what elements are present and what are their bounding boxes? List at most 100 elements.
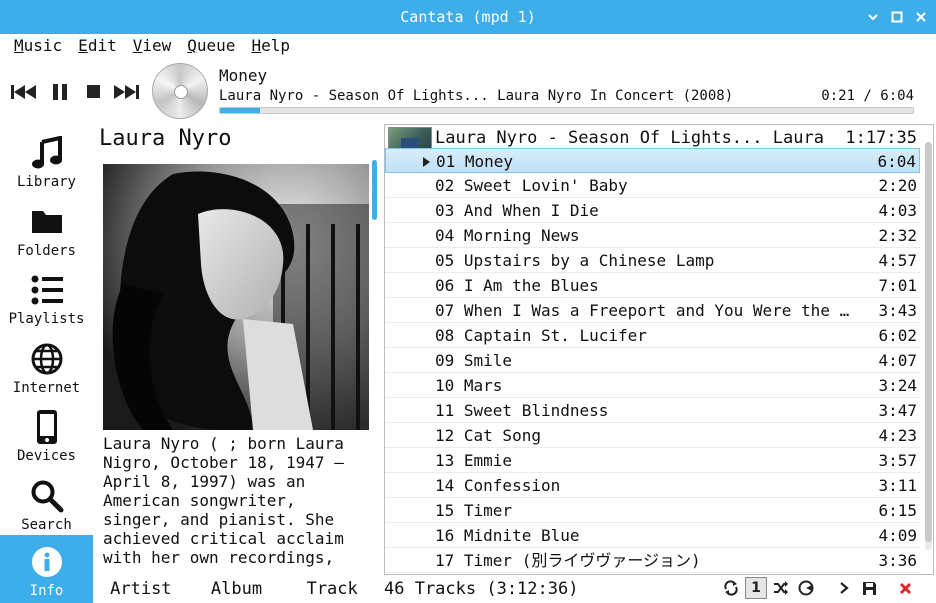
sidebar-item-label: Folders	[16, 243, 76, 259]
queue-track-duration: 4:09	[878, 526, 917, 545]
queue-track-name: 13 Emmie	[435, 451, 513, 470]
queue-track-row[interactable]: 04 Morning News 2:32	[385, 223, 920, 248]
queue-track-duration: 2:32	[878, 226, 917, 245]
now-playing-subtitle: Laura Nyro - Season Of Lights... Laura N…	[219, 88, 734, 104]
minimize-icon[interactable]	[866, 10, 880, 24]
clear-queue-button[interactable]	[894, 577, 916, 599]
queue-track-name: 16 Midnite Blue	[435, 526, 580, 545]
menu-bar: Music Edit View Queue Help	[0, 34, 298, 58]
queue-scrollbar-thumb[interactable]	[925, 142, 932, 542]
consume-icon	[798, 580, 814, 596]
window-title: Cantata (mpd 1)	[400, 8, 536, 26]
maximize-icon[interactable]	[890, 10, 904, 24]
tab-album[interactable]: Album	[189, 576, 285, 603]
expand-button[interactable]	[833, 577, 855, 599]
sidebar-item-devices[interactable]: Devices	[0, 400, 93, 468]
queue-track-duration: 4:23	[878, 426, 917, 445]
queue-track-row[interactable]: 14 Confession 3:11	[385, 473, 920, 498]
repeat-icon	[724, 580, 738, 596]
queue-track-duration: 4:57	[878, 251, 917, 270]
queue-track-name: 02 Sweet Lovin' Baby	[435, 176, 628, 195]
sidebar-item-search[interactable]: Search	[0, 469, 93, 537]
queue-track-duration: 2:20	[878, 176, 917, 195]
now-playing-title: Money	[219, 66, 268, 85]
single-button[interactable]: 1	[745, 577, 767, 599]
queue-track-name: 03 And When I Die	[435, 201, 599, 220]
queue-track-row[interactable]: 02 Sweet Lovin' Baby 2:20	[385, 173, 920, 198]
sidebar-item-label: Info	[29, 583, 64, 599]
next-track-button[interactable]	[111, 82, 141, 102]
queue-track-row[interactable]: 17 Timer (別ライヴヴァージョン) 3:36	[385, 548, 920, 573]
next-icon	[114, 85, 139, 99]
queue-track-row[interactable]: 13 Emmie 3:57	[385, 448, 920, 473]
menu-edit[interactable]: Edit	[70, 34, 125, 58]
pause-icon	[53, 84, 67, 100]
position-slider[interactable]	[219, 107, 914, 114]
queue-track-row[interactable]: 05 Upstairs by a Chinese Lamp 4:57	[385, 248, 920, 273]
info-scrollbar[interactable]	[372, 160, 377, 220]
artist-photo	[103, 164, 369, 430]
queue-track-duration: 3:11	[878, 476, 917, 495]
now-playing-time: 0:21 / 6:04	[821, 88, 914, 104]
queue-track-duration: 3:24	[878, 376, 917, 395]
tab-track[interactable]: Track	[284, 576, 380, 603]
toolbar-spacer	[883, 577, 891, 599]
queue-track-name: 05 Upstairs by a Chinese Lamp	[435, 251, 715, 270]
queue-track-name: 06 I Am the Blues	[435, 276, 599, 295]
shuffle-icon	[774, 581, 788, 595]
menu-view[interactable]: View	[125, 34, 180, 58]
sidebar-item-library[interactable]: Library	[0, 126, 93, 194]
queue-track-row[interactable]: 06 I Am the Blues 7:01	[385, 273, 920, 298]
queue-track-name: 11 Sweet Blindness	[435, 401, 609, 420]
queue-track-row[interactable]: 11 Sweet Blindness 3:47	[385, 398, 920, 423]
queue-track-row[interactable]: 07 When I Was a Freeport and You Were th…	[385, 298, 920, 323]
queue-track-row[interactable]: 08 Captain St. Lucifer 6:02	[385, 323, 920, 348]
queue-track-name: 09 Smile	[435, 351, 513, 370]
queue-track-duration: 3:36	[878, 551, 917, 570]
queue-track-name: 04 Morning News	[435, 226, 580, 245]
sidebar-item-playlists[interactable]: Playlists	[0, 263, 93, 331]
queue-track-row[interactable]: 16 Midnite Blue 4:09	[385, 523, 920, 548]
menu-music[interactable]: Music	[6, 34, 70, 58]
queue-track-duration: 4:07	[878, 351, 917, 370]
shuffle-button[interactable]	[770, 577, 792, 599]
info-tabs: Artist Album Track	[93, 576, 380, 603]
save-queue-button[interactable]	[858, 577, 880, 599]
queue-track-row[interactable]: 03 And When I Die 4:03	[385, 198, 920, 223]
folder-icon	[28, 203, 66, 241]
sidebar-item-info[interactable]: Info	[0, 535, 93, 603]
queue-track-name: 10 Mars	[435, 376, 503, 395]
previous-track-button[interactable]	[9, 82, 39, 102]
queue-track-row[interactable]: 10 Mars 3:24	[385, 373, 920, 398]
position-slider-fill	[220, 108, 261, 113]
consume-button[interactable]	[795, 577, 817, 599]
repeat-button[interactable]	[720, 577, 742, 599]
globe-icon	[28, 340, 66, 378]
info-artist-heading: Laura Nyro	[99, 126, 232, 151]
cover-art-disc-icon	[152, 63, 208, 119]
queue-track-name: 08 Captain St. Lucifer	[435, 326, 647, 345]
sidebar-item-internet[interactable]: Internet	[0, 332, 93, 400]
sidebar-item-label: Internet	[12, 380, 81, 396]
sidebar: Library Folders Playlists Internet Devic…	[0, 126, 93, 603]
close-icon[interactable]	[914, 10, 928, 24]
queue-track-row[interactable]: 15 Timer 6:15	[385, 498, 920, 523]
queue-track-name: 15 Timer	[435, 501, 513, 520]
play-queue: Laura Nyro - Season Of Lights... Laura N…	[384, 124, 934, 575]
menu-help[interactable]: Help	[243, 34, 298, 58]
sidebar-item-folders[interactable]: Folders	[0, 195, 93, 263]
queue-track-duration: 6:04	[877, 152, 916, 171]
queue-track-name: 07 When I Was a Freeport and You Were th…	[435, 301, 850, 320]
pause-button[interactable]	[45, 82, 75, 102]
queue-track-duration: 4:03	[878, 201, 917, 220]
phone-icon	[28, 408, 66, 446]
queue-track-row-current[interactable]: 01 Money 6:04	[385, 148, 920, 173]
stop-button[interactable]	[79, 82, 109, 102]
queue-scrollbar[interactable]	[925, 142, 932, 550]
queue-track-row[interactable]: 09 Smile 4:07	[385, 348, 920, 373]
sidebar-item-label: Playlists	[8, 311, 85, 327]
tab-artist[interactable]: Artist	[93, 576, 189, 603]
queue-track-row[interactable]: 12 Cat Song 4:23	[385, 423, 920, 448]
save-icon	[862, 581, 876, 595]
menu-queue[interactable]: Queue	[179, 34, 243, 58]
